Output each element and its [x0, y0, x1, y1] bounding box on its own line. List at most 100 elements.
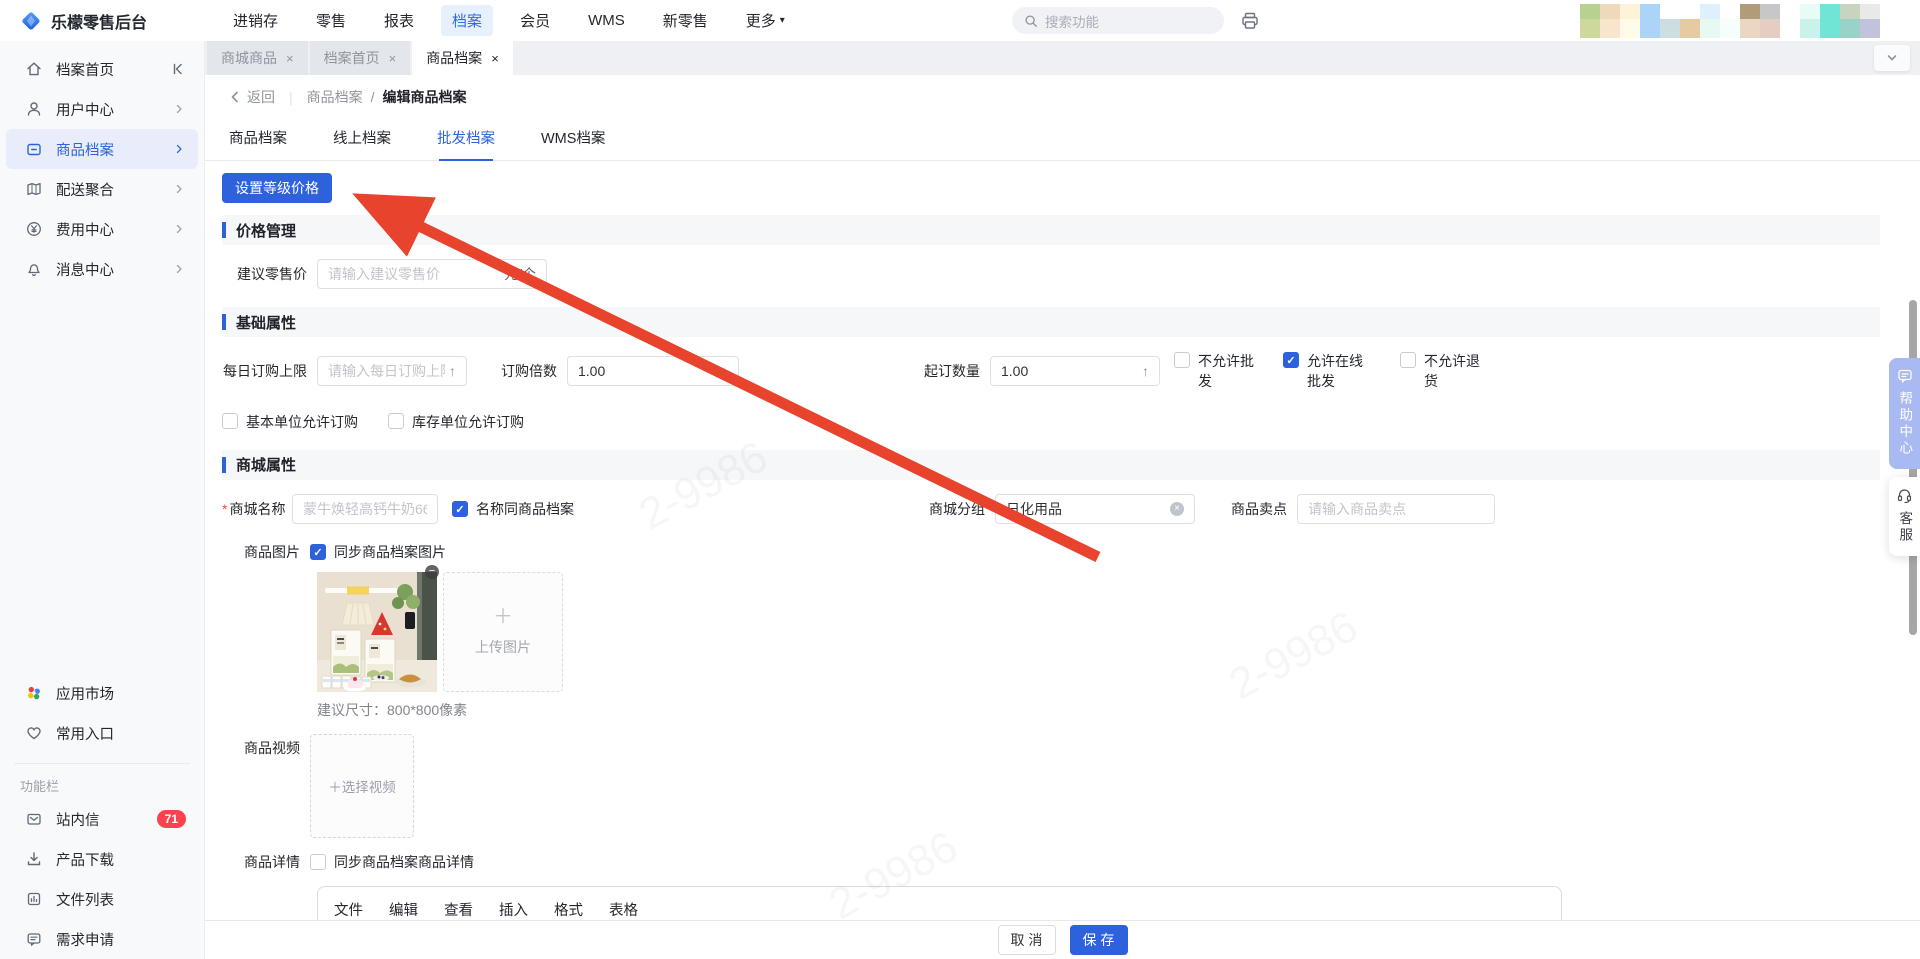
- close-tab-icon[interactable]: ×: [389, 52, 397, 65]
- checkbox-same-name[interactable]: ✓ 名称同商品档案: [452, 499, 574, 519]
- product-image-thumbnail[interactable]: −: [317, 564, 439, 692]
- tab-mall-goods[interactable]: 商城商品 ×: [207, 41, 308, 75]
- editor-menu-file[interactable]: 文件: [334, 899, 363, 920]
- upload-image-button[interactable]: ＋ 上传图片: [443, 571, 563, 692]
- min-order-qty-field[interactable]: [1001, 363, 1138, 380]
- nav-item-new-retail[interactable]: 新零售: [652, 5, 719, 36]
- sidebar-group-label: 功能栏: [20, 779, 60, 794]
- editor-menu-insert[interactable]: 插入: [499, 899, 528, 920]
- stepper-up-icon[interactable]: ↑: [721, 363, 728, 379]
- field-label: 商品卖点: [1231, 500, 1287, 517]
- subtab-online-archive[interactable]: 线上档案: [333, 127, 391, 160]
- breadcrumb-parent[interactable]: 商品档案: [307, 87, 363, 107]
- nav-item-more[interactable]: 更多 ▾: [735, 5, 796, 36]
- back-button[interactable]: 返回: [229, 87, 275, 107]
- subtab-wholesale-archive[interactable]: 批发档案: [437, 127, 495, 161]
- nav-item-purchase[interactable]: 进销存: [222, 5, 289, 36]
- checkbox-label: 允许在线批发: [1307, 353, 1363, 390]
- sidebar-item-app-market[interactable]: 应用市场: [6, 673, 198, 713]
- sidebar-item-user-center[interactable]: 用户中心: [6, 89, 198, 129]
- checkbox-no-return[interactable]: 不允许退货: [1400, 351, 1487, 392]
- remove-image-icon[interactable]: −: [425, 564, 439, 579]
- field-label: 商品详情: [244, 853, 300, 870]
- mall-group-input[interactable]: ×: [995, 493, 1195, 524]
- set-level-price-button[interactable]: 设置等级价格: [222, 173, 332, 203]
- editor-menu-format[interactable]: 格式: [554, 899, 583, 920]
- checkbox-label: 名称同商品档案: [476, 500, 574, 517]
- sidebar-item-archive-home[interactable]: 档案首页: [6, 49, 198, 89]
- editor-menu-table[interactable]: 表格: [609, 899, 638, 920]
- checkbox-icon[interactable]: [310, 854, 326, 871]
- daily-limit-input[interactable]: ↑: [317, 356, 467, 387]
- nav-item-retail[interactable]: 零售: [305, 5, 357, 36]
- stepper-up-icon[interactable]: ↑: [449, 363, 456, 379]
- watermark: 2-9986: [631, 432, 775, 540]
- sidebar-item-message-center[interactable]: 消息中心: [6, 249, 198, 289]
- clear-icon[interactable]: ×: [1170, 501, 1184, 516]
- nav-item-archive[interactable]: 档案: [441, 5, 494, 36]
- sidebar-item-favorites[interactable]: 常用入口: [6, 713, 198, 753]
- global-search[interactable]: 搜索功能: [1012, 7, 1224, 34]
- close-tab-icon[interactable]: ×: [286, 52, 294, 65]
- tab-list-dropdown[interactable]: [1874, 45, 1910, 71]
- checkbox-icon[interactable]: ✓: [310, 544, 326, 561]
- tab-archive-home[interactable]: 档案首页 ×: [309, 41, 411, 75]
- help-center-button[interactable]: 帮助中心: [1889, 358, 1920, 469]
- mall-group-field[interactable]: [1006, 500, 1166, 517]
- suggest-price-field[interactable]: [328, 266, 501, 282]
- selling-point-input[interactable]: [1297, 493, 1495, 524]
- checkbox-icon[interactable]: [222, 412, 238, 429]
- order-multiple-input[interactable]: ↑: [567, 356, 739, 387]
- chevron-right-icon: [172, 262, 186, 276]
- checkbox-sync-detail[interactable]: 同步商品档案商品详情: [310, 852, 474, 872]
- sidebar-item-product-download[interactable]: 产品下载: [6, 839, 198, 879]
- checkbox-allow-online-wholesale[interactable]: ✓ 允许在线批发: [1283, 351, 1370, 392]
- checkbox-sync-image[interactable]: ✓ 同步商品档案图片: [310, 542, 446, 562]
- min-order-qty-input[interactable]: ↑: [990, 356, 1160, 387]
- editor-menu-edit[interactable]: 编辑: [389, 899, 418, 920]
- mall-name-input[interactable]: [292, 493, 438, 524]
- printer-icon[interactable]: [1240, 11, 1260, 31]
- map-icon: [24, 180, 44, 198]
- selling-point-field[interactable]: [1308, 500, 1484, 517]
- field-label: 每日订购上限: [223, 363, 307, 380]
- chevron-right-icon: [172, 142, 186, 156]
- tab-product-archive[interactable]: 商品档案 ×: [412, 41, 513, 75]
- sidebar-item-fee-center[interactable]: 费用中心: [6, 209, 198, 249]
- order-multiple-field[interactable]: [578, 363, 717, 380]
- stepper-up-icon[interactable]: ↑: [1142, 363, 1149, 379]
- brand-logo-icon: [22, 11, 40, 30]
- section-accent-bar: [222, 222, 226, 238]
- save-button[interactable]: 保 存: [1069, 925, 1128, 955]
- collapse-sidebar-icon[interactable]: [170, 61, 186, 77]
- checkbox-icon[interactable]: [388, 412, 404, 429]
- sidebar-item-label: 产品下载: [56, 852, 114, 869]
- nav-item-wms[interactable]: WMS: [577, 7, 636, 34]
- sidebar-item-file-list[interactable]: 文件列表: [6, 879, 198, 919]
- nav-item-member[interactable]: 会员: [509, 5, 561, 36]
- editor-menu-view[interactable]: 查看: [444, 899, 473, 920]
- subtab-product-archive[interactable]: 商品档案: [229, 127, 287, 160]
- checkbox-base-unit-order[interactable]: 基本单位允许订购: [222, 412, 358, 432]
- sidebar-item-delivery[interactable]: 配送聚合: [6, 169, 198, 209]
- select-video-button[interactable]: ＋选择视频: [310, 733, 414, 838]
- suggest-price-input[interactable]: 元/个: [317, 259, 547, 289]
- checkbox-icon[interactable]: [1400, 352, 1416, 368]
- close-tab-icon[interactable]: ×: [491, 52, 499, 65]
- sidebar-item-product-archive[interactable]: 商品档案: [6, 129, 198, 169]
- sidebar-item-inbox[interactable]: 站内信 71: [6, 799, 198, 839]
- daily-limit-field[interactable]: [328, 363, 445, 380]
- sidebar-item-request[interactable]: 需求申请: [6, 919, 198, 959]
- checkbox-icon[interactable]: ✓: [452, 501, 468, 518]
- mall-name-field[interactable]: [303, 500, 427, 517]
- subtab-wms-archive[interactable]: WMS档案: [541, 127, 605, 160]
- checkbox-icon[interactable]: [1174, 352, 1190, 368]
- checkbox-no-wholesale[interactable]: 不允许批发: [1174, 351, 1261, 392]
- section-basic: 基础属性: [222, 307, 1880, 337]
- search-icon: [1025, 14, 1037, 27]
- nav-item-report[interactable]: 报表: [373, 5, 425, 36]
- checkbox-stock-unit-order[interactable]: 库存单位允许订购: [388, 412, 524, 432]
- checkbox-icon[interactable]: ✓: [1283, 352, 1299, 368]
- customer-service-button[interactable]: 客服: [1889, 477, 1920, 556]
- cancel-button[interactable]: 取 消: [997, 925, 1056, 955]
